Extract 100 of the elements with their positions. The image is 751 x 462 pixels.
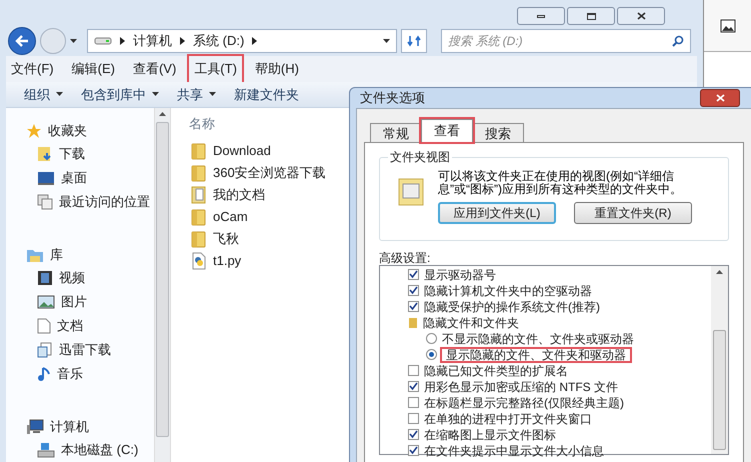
nav-group[interactable]: 计算机 xyxy=(50,417,89,437)
back-button[interactable] xyxy=(8,26,36,55)
back-arrow-icon xyxy=(15,34,29,47)
scroll-thumb[interactable] xyxy=(156,122,169,437)
file-name[interactable]: oCam xyxy=(213,207,248,227)
tab[interactable]: 查看 xyxy=(421,118,473,142)
scrollbar[interactable] xyxy=(711,266,728,454)
checkbox[interactable] xyxy=(408,365,419,376)
file-name[interactable]: 我的文档 xyxy=(213,185,265,205)
nav-item[interactable]: 下载 xyxy=(59,144,85,164)
close-icon xyxy=(716,94,724,102)
setting-label: 在缩略图上显示文件图标 xyxy=(424,428,556,440)
search-field[interactable]: 搜索 系统 (D:) xyxy=(441,28,691,53)
setting-label: 显示驱动器号 xyxy=(424,268,496,280)
radio-button[interactable] xyxy=(426,349,437,360)
caret-icon xyxy=(152,92,159,96)
nav-group[interactable]: 收藏夹 xyxy=(48,121,87,141)
file-name[interactable]: 飞秋 xyxy=(213,229,239,249)
scroll-thumb[interactable] xyxy=(713,330,726,450)
file-name[interactable]: t1.py xyxy=(213,251,242,271)
menu-item[interactable]: 查看(V) xyxy=(128,56,182,82)
checkbox[interactable] xyxy=(408,301,419,312)
python-file-icon xyxy=(191,252,207,270)
menu-item[interactable]: 文件(F) xyxy=(6,56,59,82)
folder-icon xyxy=(408,316,418,328)
library-icon xyxy=(26,247,44,263)
toolbar-button[interactable]: 新建文件夹 xyxy=(234,84,299,104)
scroll-up-arrow-icon xyxy=(159,112,166,116)
file-name[interactable]: Download xyxy=(213,141,271,161)
nav-item[interactable]: 本地磁盘 (C:) xyxy=(61,440,138,460)
folder-icon xyxy=(191,164,207,182)
close-icon xyxy=(636,12,646,20)
nav-item[interactable]: 最近访问的位置 xyxy=(59,192,150,212)
breadcrumb[interactable]: 系统 (D:) xyxy=(193,30,244,50)
refresh-icon xyxy=(407,34,421,48)
checkbox[interactable] xyxy=(408,413,419,424)
chevron-right-icon xyxy=(180,36,185,45)
nav-item[interactable]: 视频 xyxy=(59,268,85,288)
folder-icon xyxy=(191,230,207,248)
folder-view-description: 可以将该文件夹正在使用的视图(例如“详细信息”或“图标”)应用到所有这种类型的文件夹中。 xyxy=(438,170,683,196)
image-icon xyxy=(720,18,736,32)
menu-item[interactable]: 帮助(H) xyxy=(250,56,304,82)
setting-label: 隐藏文件和文件夹 xyxy=(423,316,519,328)
setting-label: 在单独的进程中打开文件夹窗口 xyxy=(424,412,592,424)
dialog-button[interactable]: 应用到文件夹(L) xyxy=(438,202,556,224)
film-icon xyxy=(37,270,53,286)
scrollbar[interactable] xyxy=(154,108,171,462)
tab[interactable]: 搜索 xyxy=(472,122,524,142)
star-icon xyxy=(26,123,42,139)
setting-label: 隐藏受保护的操作系统文件(推荐) xyxy=(424,300,600,312)
file-name[interactable]: 360安全浏览器下载 xyxy=(213,163,326,183)
chevron-right-icon xyxy=(120,36,125,45)
setting-label: 在标题栏显示完整路径(仅限经典主题) xyxy=(424,396,624,408)
scroll-up-arrow-icon xyxy=(716,270,723,274)
checkbox[interactable] xyxy=(408,429,419,440)
menu-item[interactable]: 工具(T) xyxy=(189,56,242,82)
caret-icon xyxy=(56,92,63,96)
folder-icon xyxy=(191,208,207,226)
nav-item[interactable]: 文档 xyxy=(57,316,83,336)
picture-icon xyxy=(37,295,55,309)
toolbar-button[interactable]: 组织 xyxy=(24,84,63,104)
checkbox[interactable] xyxy=(408,269,419,280)
minimize-button[interactable] xyxy=(517,7,565,25)
close-button[interactable] xyxy=(617,7,665,25)
toolbar-button[interactable]: 共享 xyxy=(177,84,216,104)
dialog-button[interactable]: 重置文件夹(R) xyxy=(574,202,692,224)
nav-item[interactable]: 桌面 xyxy=(61,168,87,188)
nav-group[interactable]: 库 xyxy=(50,245,63,265)
nav-item[interactable]: 图片 xyxy=(61,292,87,312)
desktop-icon xyxy=(37,171,55,185)
drive-icon xyxy=(37,442,55,458)
nav-item[interactable]: 迅雷下载 xyxy=(59,340,111,360)
checkbox[interactable] xyxy=(408,445,419,456)
computer-icon xyxy=(26,419,44,435)
close-button[interactable] xyxy=(700,88,740,107)
document-folder-icon xyxy=(191,186,207,204)
checkbox[interactable] xyxy=(408,381,419,392)
chevron-right-icon xyxy=(252,36,258,45)
checkbox[interactable] xyxy=(408,397,419,408)
setting-label: 在文件夹提示中显示文件大小信息 xyxy=(424,444,604,456)
dialog-title: 文件夹选项 xyxy=(360,89,425,107)
check-icon xyxy=(409,382,418,391)
menu-item[interactable]: 编辑(E) xyxy=(66,56,120,82)
breadcrumb[interactable]: 计算机 xyxy=(133,30,172,50)
caret-icon xyxy=(209,92,216,96)
toolbar-button[interactable]: 包含到库中 xyxy=(81,84,159,104)
radio-button[interactable] xyxy=(426,333,437,344)
refresh-button[interactable] xyxy=(401,28,427,53)
tab[interactable]: 常规 xyxy=(370,122,422,142)
nav-item[interactable]: 音乐 xyxy=(57,364,83,384)
advanced-settings-label: 高级设置: xyxy=(379,250,432,264)
folder-view-icon xyxy=(398,178,424,206)
address-bar[interactable]: 计算机 系统 (D:) xyxy=(87,28,397,53)
maximize-button[interactable] xyxy=(567,7,615,25)
setting-label: 隐藏计算机文件夹中的空驱动器 xyxy=(424,284,592,296)
setting-label: 不显示隐藏的文件、文件夹或驱动器 xyxy=(442,332,634,344)
search-input[interactable]: 搜索 系统 (D:) xyxy=(448,32,672,50)
setting-label: 显示隐藏的文件、文件夹和驱动器 xyxy=(442,348,630,360)
checkbox[interactable] xyxy=(408,285,419,296)
search-icon xyxy=(672,34,684,47)
